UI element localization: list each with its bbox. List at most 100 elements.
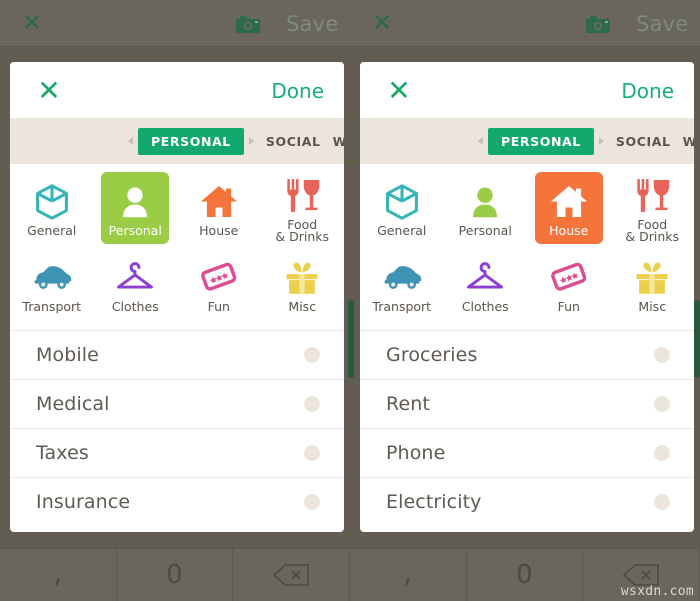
category-tile: House [534,172,603,244]
category-picker-panel-left: ✕ Done PERSONAL SOCIAL W General Personal Ho… [10,62,344,532]
category-tile: Transport [368,248,436,320]
category-food[interactable]: Food & Drinks [261,172,345,248]
category-label-wrap: Personal [109,224,162,238]
category-label: Misc [288,298,317,314]
category-transport[interactable]: Transport [360,248,444,324]
background-topbar-left: ✕ Save [0,0,350,47]
done-button[interactable]: Done [271,80,324,102]
background-close-icon-2[interactable]: ✕ [370,10,394,35]
background-close-icon[interactable]: ✕ [20,10,44,35]
chevron-left-icon[interactable] [128,137,133,145]
category-tile: Food & Drinks [268,172,336,244]
tab-w[interactable]: W [333,134,344,149]
done-button[interactable]: Done [621,80,674,102]
category-label: & Drinks [275,229,330,244]
keypad-key-zero[interactable]: 0 [116,548,234,601]
list-item[interactable]: Insurance [10,477,344,526]
radio-indicator[interactable] [654,494,670,510]
category-picker-panel-right: ✕ Done PERSONAL SOCIAL W General Personal Ho… [360,62,694,532]
scrollbar-left-panel[interactable] [348,300,354,378]
camera-icon-2[interactable] [586,16,610,33]
list-item[interactable]: Groceries [360,330,694,379]
camera-icon[interactable] [236,16,260,33]
house-icon [200,181,238,223]
list-item[interactable]: Phone [360,428,694,477]
keypad-key-comma[interactable]: , [0,548,117,601]
tab-social[interactable]: SOCIAL [616,134,671,149]
chevron-right-icon[interactable] [248,137,254,145]
category-transport[interactable]: Transport [10,248,94,324]
category-tile: General [18,172,86,244]
tab-bar: PERSONAL SOCIAL W [360,118,694,164]
background-topbar-right: ✕ Save [350,0,700,47]
background-save-button-2[interactable]: Save [636,12,688,36]
gift-icon [634,257,670,299]
list-item-label: Insurance [36,491,131,513]
list-item[interactable]: Medical [10,379,344,428]
category-icon-grid: General Personal House Food & Drinks Tran… [360,164,694,330]
close-icon[interactable]: ✕ [386,77,412,105]
category-personal[interactable]: Personal [94,172,178,248]
category-general[interactable]: General [10,172,94,248]
category-label: Fun [557,298,580,314]
category-label: House [549,222,589,238]
category-tile: Personal [451,172,519,244]
subcategory-list: Groceries Rent Phone Electricity [360,330,694,526]
category-row: General Personal House Food & Drinks [10,172,344,248]
category-label-wrap: Food & Drinks [625,218,680,244]
tab-personal[interactable]: PERSONAL [488,127,594,155]
category-label-wrap: Transport [22,300,81,314]
radio-indicator[interactable] [304,396,320,412]
house-icon [550,181,588,223]
list-item[interactable]: Mobile [10,330,344,379]
tab-bar: PERSONAL SOCIAL W [10,118,344,164]
category-general[interactable]: General [360,172,444,248]
chevron-right-icon[interactable] [598,137,604,145]
background-save-button[interactable]: Save [286,12,338,36]
cube-icon [34,181,70,223]
food-drinks-icon [283,175,321,217]
scrollbar-right-panel[interactable] [694,300,700,378]
list-item-label: Rent [386,393,430,415]
chevron-left-icon[interactable] [478,137,483,145]
category-label-wrap: Clothes [462,300,509,314]
list-item-label: Mobile [36,344,99,366]
radio-indicator[interactable] [304,494,320,510]
category-fun[interactable]: Fun [527,248,611,324]
list-item[interactable]: Taxes [10,428,344,477]
keypad-key-comma-2[interactable]: , [350,548,467,601]
category-label-wrap: House [199,224,238,238]
category-tile: Transport [18,248,86,320]
category-food[interactable]: Food & Drinks [611,172,695,248]
list-item[interactable]: Rent [360,379,694,428]
category-clothes[interactable]: Clothes [444,248,528,324]
category-clothes[interactable]: Clothes [94,248,178,324]
category-label: Misc [638,298,667,314]
close-icon[interactable]: ✕ [36,77,62,105]
hanger-icon [115,257,155,299]
category-house[interactable]: House [177,172,261,248]
radio-indicator[interactable] [654,396,670,412]
category-label-wrap: Food & Drinks [275,218,330,244]
list-item[interactable]: Electricity [360,477,694,526]
category-tile: Misc [268,248,336,320]
person-icon [118,181,152,223]
category-fun[interactable]: Fun [177,248,261,324]
category-house[interactable]: House [527,172,611,248]
watermark: wsxdn.com [620,584,694,599]
keypad-key-backspace[interactable] [233,548,350,601]
category-personal[interactable]: Personal [444,172,528,248]
radio-indicator[interactable] [654,445,670,461]
radio-indicator[interactable] [304,445,320,461]
tab-social[interactable]: SOCIAL [266,134,321,149]
category-label: Transport [372,298,432,314]
keypad-key-zero-2[interactable]: 0 [466,548,584,601]
category-misc[interactable]: Misc [261,248,345,324]
radio-indicator[interactable] [304,347,320,363]
category-misc[interactable]: Misc [611,248,695,324]
category-label-wrap: Personal [459,224,512,238]
category-label: & Drinks [625,229,680,244]
tab-personal[interactable]: PERSONAL [138,127,244,155]
tab-w[interactable]: W [683,134,694,149]
radio-indicator[interactable] [654,347,670,363]
